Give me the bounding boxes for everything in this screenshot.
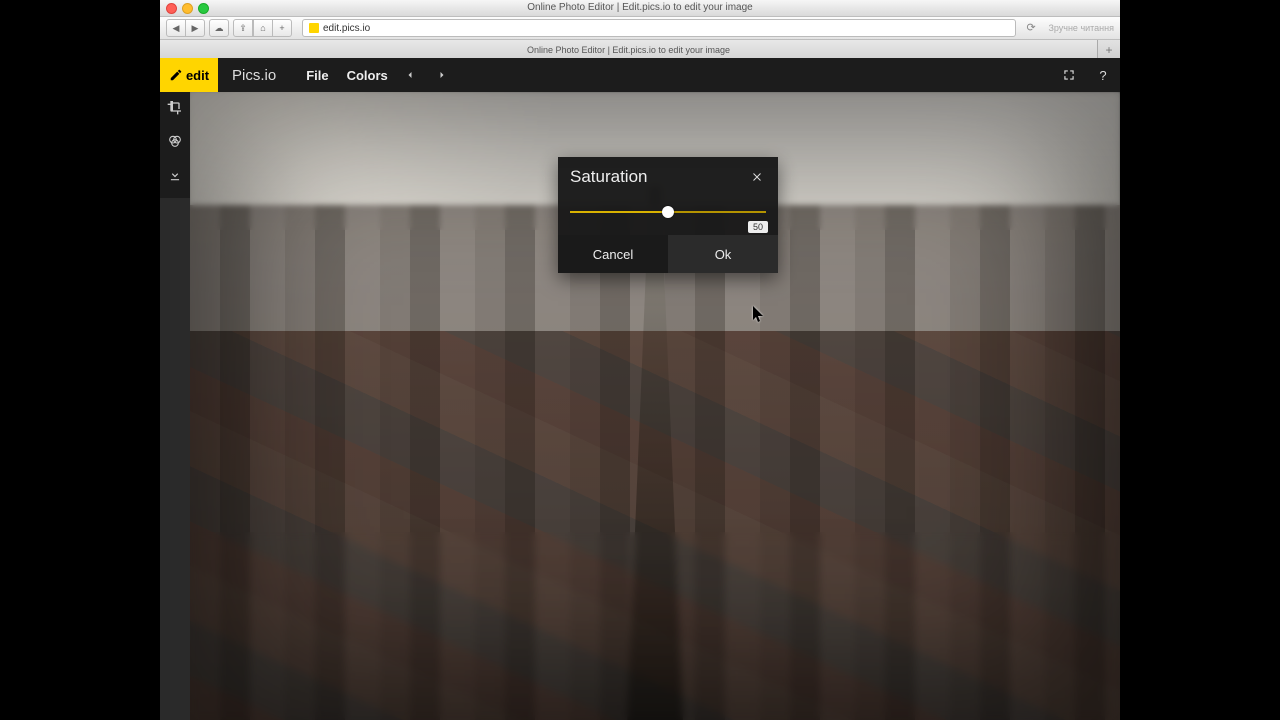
arrow-right-icon [436,69,448,81]
saturation-dialog: Saturation 50 Cancel Ok [558,157,778,273]
add-button[interactable]: + [273,19,292,37]
dialog-title: Saturation [570,167,648,187]
tab-title: Online Photo Editor | Edit.pics.io to ed… [527,45,730,55]
fullscreen-icon [1062,68,1076,82]
help-button[interactable]: ? [1086,58,1120,92]
browser-toolbar: ◀ ▶ ☁ ⇪ ⌂ + edit.pics.io ⟳ Зручне читанн… [160,17,1120,40]
window-titlebar: Online Photo Editor | Edit.pics.io to ed… [160,0,1120,17]
address-bar[interactable]: edit.pics.io [302,19,1016,37]
back-button[interactable]: ◀ [166,19,186,37]
forward-button[interactable]: ▶ [186,19,205,37]
crop-icon [167,99,183,115]
app-topbar: edit Pics.io File Colors ? [160,58,1120,92]
fullscreen-button[interactable] [1052,58,1086,92]
new-tab-button[interactable]: + [1098,40,1120,60]
slider-thumb[interactable] [662,206,674,218]
left-toolbar [160,92,190,198]
brand-edit-badge[interactable]: edit [160,58,218,92]
nav-back-forward: ◀ ▶ [166,19,205,37]
window-title: Online Photo Editor | Edit.pics.io to ed… [527,2,753,13]
traffic-zoom-icon[interactable] [198,3,209,14]
adjust-tool[interactable] [166,132,184,150]
pencil-icon [169,68,183,82]
crop-tool[interactable] [166,98,184,116]
redo-button[interactable] [432,65,452,85]
favicon-icon [309,23,319,33]
slider-value: 50 [748,221,768,233]
cancel-button[interactable]: Cancel [558,235,668,273]
address-text: edit.pics.io [323,23,370,34]
reload-button[interactable]: ⟳ [1026,21,1040,35]
add-bookmark-button[interactable]: ⌂ [253,19,273,37]
brand-name[interactable]: Pics.io [218,67,290,84]
dialog-close-button[interactable] [748,168,766,186]
icloud-button[interactable]: ☁ [209,19,229,37]
download-tool[interactable] [166,166,184,184]
main-menu: File Colors [306,68,388,83]
download-icon [168,168,182,182]
reader-label[interactable]: Зручне читання [1048,23,1114,33]
app-root: edit Pics.io File Colors ? [160,58,1120,720]
canvas[interactable]: Saturation 50 Cancel Ok [190,92,1120,720]
browser-tab[interactable]: Online Photo Editor | Edit.pics.io to ed… [160,40,1098,60]
close-icon [751,171,763,183]
menu-file[interactable]: File [306,68,328,83]
ok-button[interactable]: Ok [668,235,778,273]
traffic-close-icon[interactable] [166,3,177,14]
traffic-minimize-icon[interactable] [182,3,193,14]
undo-button[interactable] [400,65,420,85]
arrow-left-icon [404,69,416,81]
venn-icon [167,133,183,149]
menu-colors[interactable]: Colors [347,68,388,83]
saturation-slider[interactable] [570,211,766,213]
brand-edit-text: edit [186,68,209,83]
share-button[interactable]: ⇪ [233,19,253,37]
